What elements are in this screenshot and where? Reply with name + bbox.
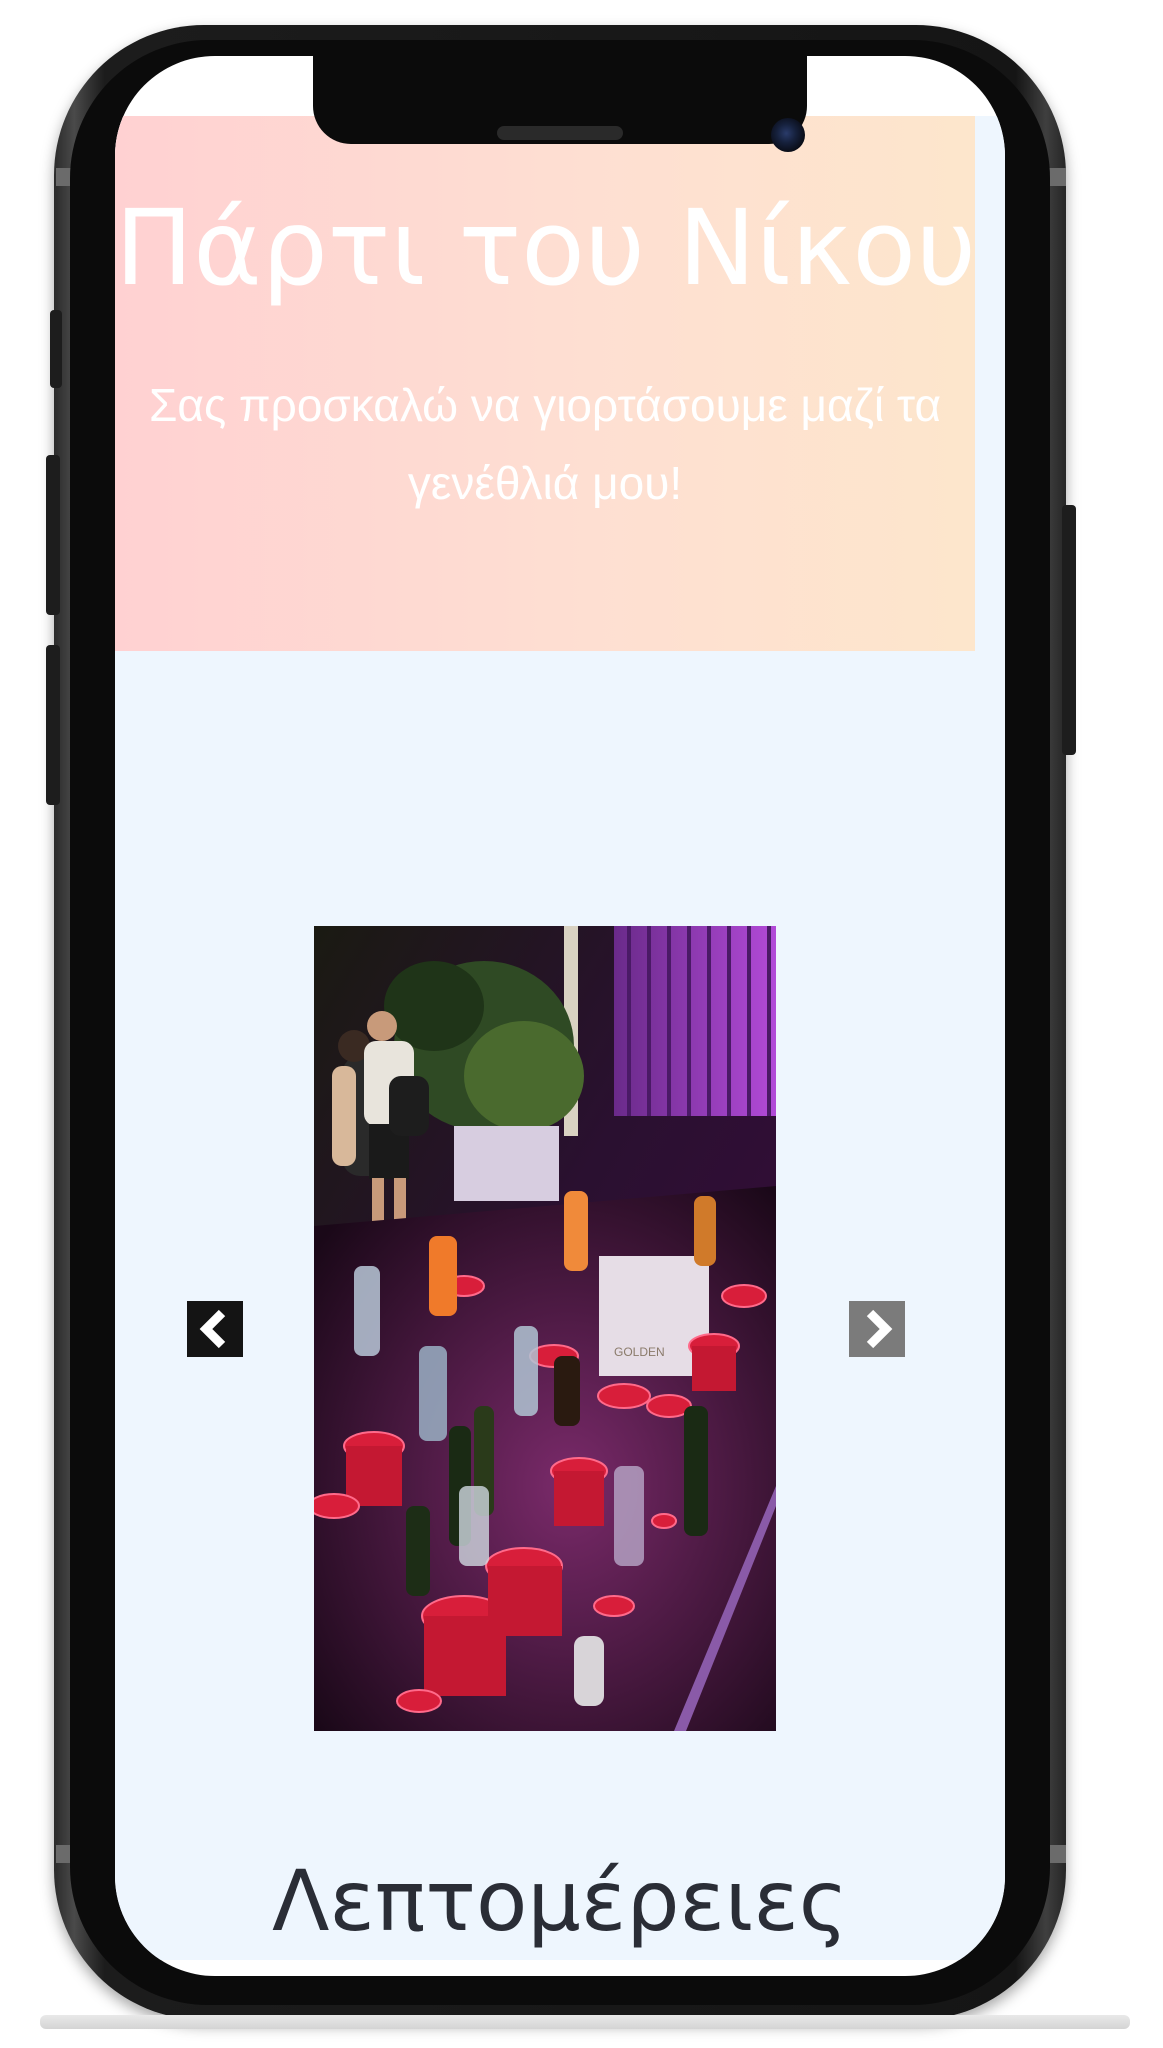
carousel-slide-image: GOLDEN [314, 926, 776, 1731]
web-page: Πάρτι του Νίκου Σας προσκαλώ να γιορτάσο… [115, 116, 1005, 1960]
svg-text:GOLDEN: GOLDEN [614, 1345, 665, 1359]
mute-switch [50, 310, 62, 388]
chevron-left-icon [199, 1309, 226, 1349]
page-title: Πάρτι του Νίκου [115, 187, 977, 309]
front-camera-icon [771, 118, 805, 152]
carousel-prev-button[interactable] [187, 1301, 243, 1357]
volume-down-button [46, 645, 60, 805]
carousel-next-button[interactable] [849, 1301, 905, 1357]
bottom-shadow [40, 2015, 1130, 2029]
phone-screen: Πάρτι του Νίκου Σας προσκαλώ να γιορτάσο… [115, 56, 1005, 1976]
device-mockup: Πάρτι του Νίκου Σας προσκαλώ να γιορτάσο… [0, 0, 1163, 2048]
details-heading: Λεπτομέρειες [271, 1852, 849, 1950]
party-photo: GOLDEN [314, 926, 776, 1731]
chevron-right-icon [866, 1309, 893, 1349]
page-subtitle: Σας προσκαλώ να γιορτάσουμε μαζί τα γενέ… [148, 379, 942, 509]
earpiece-speaker [497, 126, 623, 140]
volume-up-button [46, 455, 60, 615]
hero-banner: Πάρτι του Νίκου Σας προσκαλώ να γιορτάσο… [115, 116, 977, 651]
power-button [1062, 505, 1076, 755]
